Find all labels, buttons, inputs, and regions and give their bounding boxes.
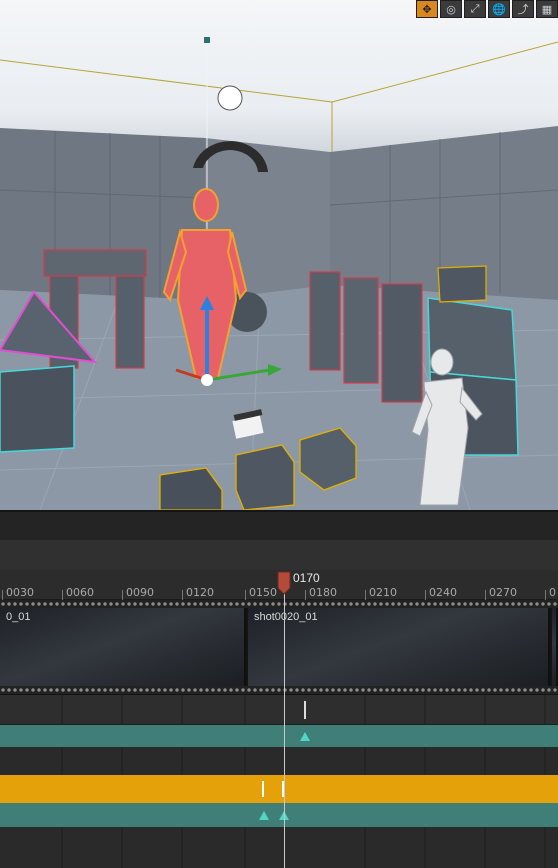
ruler-tick: [2, 590, 3, 600]
ruler-tick-label: 0240: [429, 586, 457, 599]
shot-clip[interactable]: 0_01: [0, 608, 246, 686]
section-marker[interactable]: [262, 781, 264, 797]
translate-tool-icon[interactable]: ✥: [416, 0, 438, 18]
viewport-scene: [0, 37, 558, 510]
ruler-tick-label: 0150: [249, 586, 277, 599]
ruler-tick-label: 0270: [489, 586, 517, 599]
track-row-keys[interactable]: [0, 725, 558, 747]
shot-label: shot0020_01: [254, 611, 318, 623]
ruler-tick: [545, 590, 546, 600]
surface-snap-icon[interactable]: ⤴: [512, 0, 534, 18]
ruler-tick: [182, 590, 183, 600]
track-row[interactable]: [0, 747, 558, 775]
keyframe[interactable]: [259, 811, 269, 820]
shot-clip[interactable]: [552, 608, 558, 686]
keyframe[interactable]: [300, 732, 310, 741]
shot-track[interactable]: 0_01 shot0020_01: [0, 600, 558, 695]
ruler-tick: [305, 590, 306, 600]
ruler-tick: [365, 590, 366, 600]
track-row-section[interactable]: [0, 775, 558, 803]
film-strip-top: [0, 600, 558, 608]
ruler-tick: [245, 590, 246, 600]
playhead-handle[interactable]: [277, 571, 291, 595]
track-row[interactable]: [0, 827, 558, 868]
ruler-tick: [485, 590, 486, 600]
scale-tool-icon[interactable]: ⤢: [464, 0, 486, 18]
ruler-tick: [425, 590, 426, 600]
track-row[interactable]: [0, 695, 558, 725]
film-strip-bottom: [0, 686, 558, 694]
sequencer-toolbar: [0, 510, 558, 540]
ruler-tick-label: 0030: [6, 586, 34, 599]
ruler-tick-label: 0060: [66, 586, 94, 599]
level-viewport[interactable]: ✥ ◎ ⤢ 🌐 ⤴ ▦: [0, 0, 558, 510]
ruler-tick-label: 0180: [309, 586, 337, 599]
section-marker[interactable]: [304, 701, 306, 719]
ruler-tick: [122, 590, 123, 600]
shot-label: 0_01: [6, 611, 31, 623]
ruler-tick-label: 0: [549, 586, 556, 599]
rotate-tool-icon[interactable]: ◎: [440, 0, 462, 18]
ruler-tick-label: 0090: [126, 586, 154, 599]
playhead-line: [284, 580, 285, 868]
playhead-frame-label: 0170: [293, 571, 320, 585]
viewport-toolbar: ✥ ◎ ⤢ 🌐 ⤴ ▦: [416, 0, 558, 18]
world-space-icon[interactable]: 🌐: [488, 0, 510, 18]
shot-clip[interactable]: shot0020_01: [248, 608, 550, 686]
track-row-keys[interactable]: [0, 803, 558, 827]
ruler-tick-label: 0120: [186, 586, 214, 599]
ruler-tick: [62, 590, 63, 600]
sequencer-header: [0, 540, 558, 570]
ruler-tick-label: 0210: [369, 586, 397, 599]
grid-snap-icon[interactable]: ▦: [536, 0, 558, 18]
